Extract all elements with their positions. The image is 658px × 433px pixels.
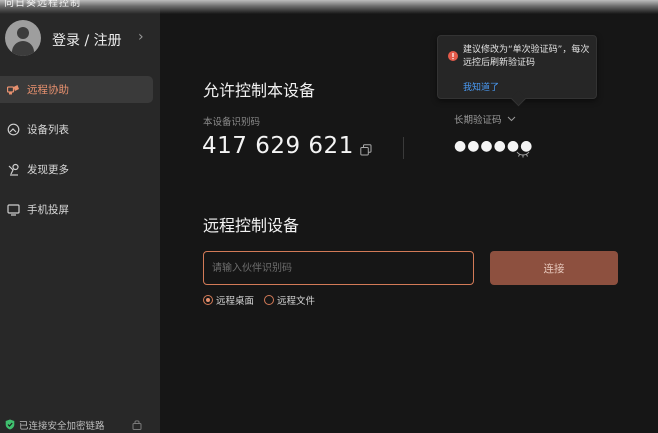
connect-button[interactable]: 连接 <box>490 251 618 285</box>
connection-status: 已连接安全加密链路 <box>0 416 160 433</box>
code-type-dropdown[interactable]: 长期验证码 <box>454 112 516 126</box>
security-tip-popover: 建议修改为“单次验证码”，每次远控后刷新验证码 我知道了 <box>437 35 597 99</box>
radio-remote-desktop[interactable]: 远程桌面 <box>203 293 254 307</box>
lock-icon[interactable] <box>132 419 142 430</box>
copy-icon[interactable] <box>360 141 372 160</box>
code-type-label: 长期验证码 <box>454 115 502 126</box>
radio-indicator[interactable] <box>203 295 213 305</box>
device-list-icon <box>6 123 20 137</box>
remote-assist-icon <box>6 83 20 97</box>
shield-check-icon <box>5 419 15 430</box>
screen-cast-icon <box>6 203 20 217</box>
divider <box>403 137 404 159</box>
radio-remote-file[interactable]: 远程文件 <box>264 293 315 307</box>
app-window: 向日葵远程控制 登录 / 注册 › 远程协助 设备列表 发现更多 手机投屏 已连… <box>0 0 658 433</box>
sidebar-item-remote-assist[interactable]: 远程协助 <box>0 76 153 103</box>
radio-label: 远程桌面 <box>216 296 255 307</box>
sidebar-item-label: 远程协助 <box>27 84 69 96</box>
chevron-right-icon[interactable]: › <box>138 29 144 45</box>
radio-label: 远程文件 <box>277 296 316 307</box>
sidebar: 登录 / 注册 › 远程协助 设备列表 发现更多 手机投屏 已连接安全加密链路 <box>0 0 160 433</box>
status-text: 已连接安全加密链路 <box>19 420 105 432</box>
device-id-label: 本设备识别码 <box>203 117 261 128</box>
sidebar-item-device-list[interactable]: 设备列表 <box>0 116 153 143</box>
radio-indicator[interactable] <box>264 295 275 305</box>
avatar[interactable] <box>5 20 41 56</box>
remote-control-title: 远程控制设备 <box>203 216 300 235</box>
sidebar-item-label: 发现更多 <box>27 164 69 176</box>
main-panel: 允许控制本设备 本设备识别码 417 629 621 长期验证码 ●●●●●● <box>160 0 658 433</box>
discover-icon <box>6 163 20 177</box>
login-register-entry[interactable]: 登录 / 注册 › <box>0 18 160 60</box>
login-register-label[interactable]: 登录 / 注册 <box>52 30 122 50</box>
device-id-value: 417 629 621 <box>202 133 354 159</box>
avatar-body <box>12 41 34 56</box>
warning-icon <box>448 46 458 65</box>
avatar-head <box>17 27 29 39</box>
allow-control-title: 允许控制本设备 <box>203 81 316 100</box>
sidebar-nav: 远程协助 设备列表 发现更多 手机投屏 <box>0 76 160 236</box>
partner-id-input[interactable] <box>203 251 474 285</box>
eye-closed-icon[interactable] <box>516 143 530 162</box>
sidebar-item-label: 设备列表 <box>27 124 69 136</box>
got-it-link[interactable]: 我知道了 <box>463 80 499 93</box>
sidebar-item-screen-cast[interactable]: 手机投屏 <box>0 196 153 223</box>
connection-mode-group: 远程桌面 远程文件 <box>203 293 325 307</box>
sidebar-item-discover[interactable]: 发现更多 <box>0 156 153 183</box>
chevron-down-icon <box>507 116 516 122</box>
tip-text: 建议修改为“单次验证码”，每次远控后刷新验证码 <box>463 45 590 68</box>
sidebar-item-label: 手机投屏 <box>27 204 69 216</box>
